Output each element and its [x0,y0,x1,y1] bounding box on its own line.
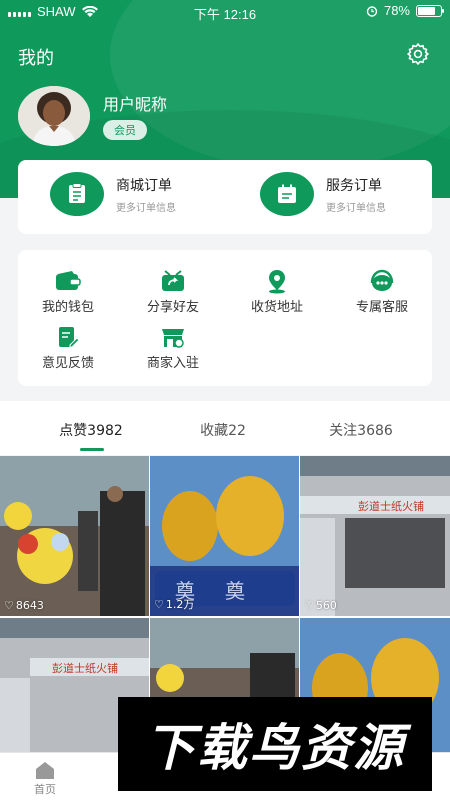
tools-card: 我的钱包 分享好友 收货地址 专属客服 意见反馈 商家入驻 [18,250,432,386]
tab-favorites[interactable]: 收藏22 [148,420,298,440]
avatar[interactable] [18,86,90,146]
settings-gear-icon[interactable] [406,42,430,66]
feedback-icon [18,324,118,350]
home-icon [0,759,90,781]
order-subtitle: 更多订单信息 [326,202,386,214]
nav-home[interactable]: 首页 [0,759,90,797]
status-bar: SHAW 下午 12:16 78% [0,0,450,24]
tool-label: 意见反馈 [41,356,94,371]
store-icon [123,324,223,350]
battery-percent: 78% [383,3,410,18]
tool-wallet[interactable]: 我的钱包 [18,268,118,315]
orders-card: 商城订单 更多订单信息 服务订单 更多订单信息 [18,160,432,234]
user-nickname[interactable]: 用户昵称 [103,91,167,115]
calendar-icon [260,172,314,216]
order-subtitle: 更多订单信息 [116,202,176,214]
headset-icon [332,268,432,294]
tab-likes[interactable]: 点赞3982 [16,420,166,440]
photo-card[interactable]: ♡ 8643 [0,456,149,616]
heart-icon: ♡ [304,599,314,612]
tab-following[interactable]: 关注3686 [286,420,436,440]
watermark-text: 下载鸟资源 [145,719,405,777]
service-order-entry[interactable]: 服务订单 更多订单信息 [260,172,386,216]
tool-label: 分享好友 [146,300,199,315]
heart-icon: ♡ [154,597,164,611]
battery-icon [416,4,444,17]
alarm-icon [366,5,378,17]
photo-card[interactable]: 奠 奠 ♡ 1.2万 [150,456,299,616]
tool-label: 专属客服 [355,300,408,315]
like-count: ♡ 1.2万 [154,597,195,612]
mall-order-entry[interactable]: 商城订单 更多订单信息 [50,172,176,216]
member-badge[interactable]: 会员 [103,120,147,140]
share-icon [123,268,223,294]
sign-text: 彭道士纸火铺 [358,499,424,513]
content-tabs: 点赞3982 收藏22 关注3686 [0,401,450,455]
tool-label: 商家入驻 [146,356,199,371]
tool-share[interactable]: 分享好友 [123,268,223,315]
order-title: 服务订单 [326,177,382,194]
watermark-overlay: 下载鸟资源 [118,697,432,791]
tool-address[interactable]: 收货地址 [227,268,327,315]
order-title: 商城订单 [116,177,172,194]
photo-card[interactable]: 彭道士纸火铺 ♡ 560 [300,456,450,616]
sign-text: 彭道士纸火铺 [52,661,118,675]
clipboard-icon [50,172,104,216]
page-title: 我的 [18,48,54,69]
like-count: ♡ 8643 [4,599,44,612]
tool-merchant-join[interactable]: 商家入驻 [123,324,223,371]
location-icon [227,268,327,294]
like-count: ♡ 560 [304,599,337,612]
tool-label: 我的钱包 [41,300,94,315]
wallet-icon [18,268,118,294]
tool-feedback[interactable]: 意见反馈 [18,324,118,371]
sign-text: 奠 [225,579,245,603]
tool-label: 收货地址 [250,300,303,315]
tool-customer-service[interactable]: 专属客服 [332,268,432,315]
heart-icon: ♡ [4,599,14,612]
nav-label: 首页 [34,783,56,796]
active-tab-indicator [80,448,104,451]
